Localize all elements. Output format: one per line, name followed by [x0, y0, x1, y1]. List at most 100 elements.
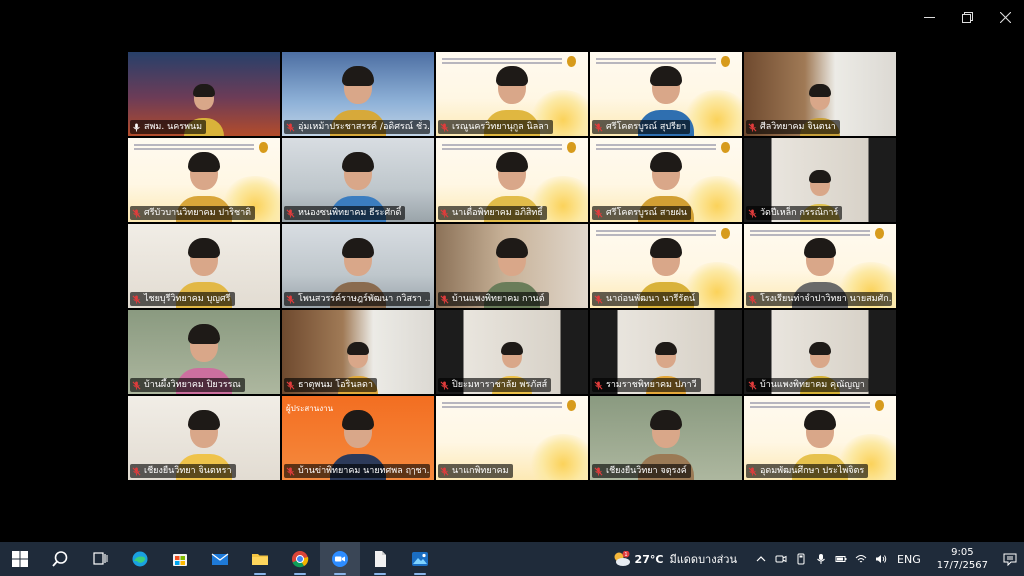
school-crest-icon — [567, 142, 576, 153]
participant-name: นาแกพิทยาคม — [452, 466, 509, 476]
muted-microphone-icon — [440, 122, 449, 132]
zoom-icon[interactable] — [320, 542, 360, 576]
participant-name: บ้านผึ้งวิทยาคม ปิยวรรณ — [144, 380, 241, 390]
participant-tile[interactable]: นาเดื่อพิทยาคม อภิสิทธิ์ — [436, 138, 588, 222]
mail-icon[interactable] — [200, 542, 240, 576]
participant-tile[interactable]: ผู้ประสานงาน บ้านข่าพิทยาคม นายทศพล ฤๅชา.… — [282, 396, 434, 480]
participant-name-tag: นาถ่อนพัฒนา นารีรัตน์ — [592, 292, 700, 306]
minimize-icon[interactable] — [910, 0, 948, 34]
file-explorer-icon[interactable] — [240, 542, 280, 576]
chrome-icon[interactable] — [280, 542, 320, 576]
usb-drive-icon[interactable] — [791, 542, 811, 576]
close-icon[interactable] — [986, 0, 1024, 34]
participant-name-tag: ศรีโคตรบูรณ์ สุปรียา — [592, 120, 691, 134]
participant-tile[interactable]: ธาตุพนม โอรินลดา — [282, 310, 434, 394]
participant-tile[interactable]: รามราชพิทยาคม ปภาวี — [590, 310, 742, 394]
participant-tile[interactable]: นาแกพิทยาคม — [436, 396, 588, 480]
muted-microphone-icon — [748, 466, 757, 476]
notification-icon[interactable] — [996, 542, 1024, 576]
zoom-meeting-window: สพม. นครพนม อุ่มเหม้าประชาสรรค์ /อดิศรณ์ … — [0, 0, 1024, 576]
participant-tile[interactable]: เรณูนครวิทยานุกูล นิลลา — [436, 52, 588, 136]
muted-microphone-icon — [286, 380, 295, 390]
participant-name-tag: โพนสวรรค์ราษฎร์พัฒนา กวิสรา ... — [284, 292, 430, 306]
participant-tile[interactable]: ศรีโคตรบูรณ์ สายฝน — [590, 138, 742, 222]
participant-name: นาเดื่อพิทยาคม อภิสิทธิ์ — [452, 208, 543, 218]
participant-tile[interactable]: หนองซนพิทยาคม ธีระศักดิ์ — [282, 138, 434, 222]
weather-widget[interactable]: 1 27°C มีแดดบางส่วน — [611, 550, 737, 568]
participant-name: วัดปีเหล็ก กรรณิการ์ — [760, 208, 839, 218]
participant-tile[interactable]: ศรีโคตรบูรณ์ สุปรียา — [590, 52, 742, 136]
clock[interactable]: 9:05 17/7/2567 — [937, 546, 988, 572]
muted-microphone-icon — [440, 380, 449, 390]
participant-gallery: สพม. นครพนม อุ่มเหม้าประชาสรรค์ /อดิศรณ์ … — [128, 52, 896, 484]
participant-tile[interactable]: ไชยบุรีวิทยาคม บุญศรี — [128, 224, 280, 308]
chevron-up-icon[interactable] — [751, 542, 771, 576]
school-crest-icon — [567, 400, 576, 411]
weather-partly-sunny-icon: 1 — [614, 551, 630, 566]
photos-icon[interactable] — [400, 542, 440, 576]
participant-name-tag: เชียงยืนวิทยา จตุรงค์ — [592, 464, 691, 478]
weather-condition: มีแดดบางส่วน — [669, 553, 738, 566]
participant-tile[interactable]: นาถ่อนพัฒนา นารีรัตน์ — [590, 224, 742, 308]
muted-microphone-icon — [286, 122, 295, 132]
edge-browser-icon[interactable] — [120, 542, 160, 576]
participant-name: ศรีบัวบานวิทยาคม ปาริชาติ — [144, 208, 251, 218]
participant-name: ศรีโคตรบูรณ์ สุปรียา — [606, 122, 687, 132]
participant-name: อุ่มเหม้าประชาสรรค์ /อดิศรณ์ ชั่ว... — [298, 122, 430, 132]
participant-tile[interactable]: วัดปีเหล็ก กรรณิการ์ — [744, 138, 896, 222]
microsoft-store-icon[interactable] — [160, 542, 200, 576]
participant-tile[interactable]: อุ่มเหม้าประชาสรรค์ /อดิศรณ์ ชั่ว... — [282, 52, 434, 136]
battery-icon[interactable] — [831, 542, 851, 576]
participant-tile[interactable]: ศรีบัวบานวิทยาคม ปาริชาติ — [128, 138, 280, 222]
participant-tile[interactable]: สพม. นครพนม — [128, 52, 280, 136]
participant-tile[interactable]: อุดมพัฒนศึกษา ประไพจิตร — [744, 396, 896, 480]
participant-name-tag: ธาตุพนม โอรินลดา — [284, 378, 377, 392]
system-tray: 1 27°C มีแดดบางส่วน ENG 9:05 17/7/2567 — [611, 542, 1024, 576]
meet-now-icon[interactable] — [771, 542, 791, 576]
participant-name: รามราชพิทยาคม ปภาวี — [606, 380, 697, 390]
school-crest-icon — [259, 142, 268, 153]
weather-badge: 1 — [624, 552, 627, 558]
school-crest-icon — [875, 400, 884, 411]
participant-name: ไชยบุรีวิทยาคม บุญศรี — [144, 294, 231, 304]
muted-microphone-icon — [132, 466, 141, 476]
microphone-icon — [133, 122, 140, 132]
participant-name: ธาตุพนม โอรินลดา — [298, 380, 373, 390]
muted-microphone-icon — [594, 380, 603, 390]
participant-name-tag: เชียงยืนวิทยา จินตหรา — [130, 464, 236, 478]
window-controls — [910, 0, 1024, 34]
task-view-icon[interactable] — [80, 542, 120, 576]
participant-tile[interactable]: บ้านแพงพิทยาคม คุณัญญา — [744, 310, 896, 394]
weather-temperature: 27°C — [634, 552, 664, 566]
participant-tile[interactable]: โพนสวรรค์ราษฎร์พัฒนา กวิสรา ... — [282, 224, 434, 308]
participant-name-tag: อุ่มเหม้าประชาสรรค์ /อดิศรณ์ ชั่ว... — [284, 120, 430, 134]
participant-name: บ้านแพงพิทยาคม กานต์ — [452, 294, 545, 304]
muted-microphone-icon — [286, 208, 295, 218]
participant-name-tag: เรณูนครวิทยานุกูล นิลลา — [438, 120, 553, 134]
participant-name-tag: หนองซนพิทยาคม ธีระศักดิ์ — [284, 206, 406, 220]
wifi-icon[interactable] — [851, 542, 871, 576]
participant-tile[interactable]: เชียงยืนวิทยา จตุรงค์ — [590, 396, 742, 480]
participant-name-tag: ปิยะมหาราชาลัย พรภัสส์ — [438, 378, 552, 392]
document-icon[interactable] — [360, 542, 400, 576]
participant-name-tag: ศีลวิทยาคม จินตนา — [746, 120, 840, 134]
microphone-icon[interactable] — [811, 542, 831, 576]
participant-tile[interactable]: โรงเรียนท่าจำปาวิทยา นายสมศัก... — [744, 224, 896, 308]
windows-start-icon[interactable] — [0, 542, 40, 576]
participant-tile[interactable]: ปิยะมหาราชาลัย พรภัสส์ — [436, 310, 588, 394]
participant-name: บ้านข่าพิทยาคม นายทศพล ฤๅชา... — [298, 466, 430, 476]
participant-tile[interactable]: เชียงยืนวิทยา จินตหรา — [128, 396, 280, 480]
participant-name-tag: ศรีบัวบานวิทยาคม ปาริชาติ — [130, 206, 255, 220]
restore-icon[interactable] — [948, 0, 986, 34]
input-language[interactable]: ENG — [897, 553, 921, 566]
participant-name: อุดมพัฒนศึกษา ประไพจิตร — [760, 466, 865, 476]
participant-name-tag: ศรีโคตรบูรณ์ สายฝน — [592, 206, 692, 220]
search-icon[interactable] — [40, 542, 80, 576]
muted-microphone-icon — [748, 208, 757, 218]
participant-tile[interactable]: บ้านผึ้งวิทยาคม ปิยวรรณ — [128, 310, 280, 394]
participant-tile[interactable]: ศีลวิทยาคม จินตนา — [744, 52, 896, 136]
participant-tile[interactable]: บ้านแพงพิทยาคม กานต์ — [436, 224, 588, 308]
participant-name: เชียงยืนวิทยา จินตหรา — [144, 466, 232, 476]
muted-microphone-icon — [748, 380, 757, 390]
volume-icon[interactable] — [871, 542, 891, 576]
